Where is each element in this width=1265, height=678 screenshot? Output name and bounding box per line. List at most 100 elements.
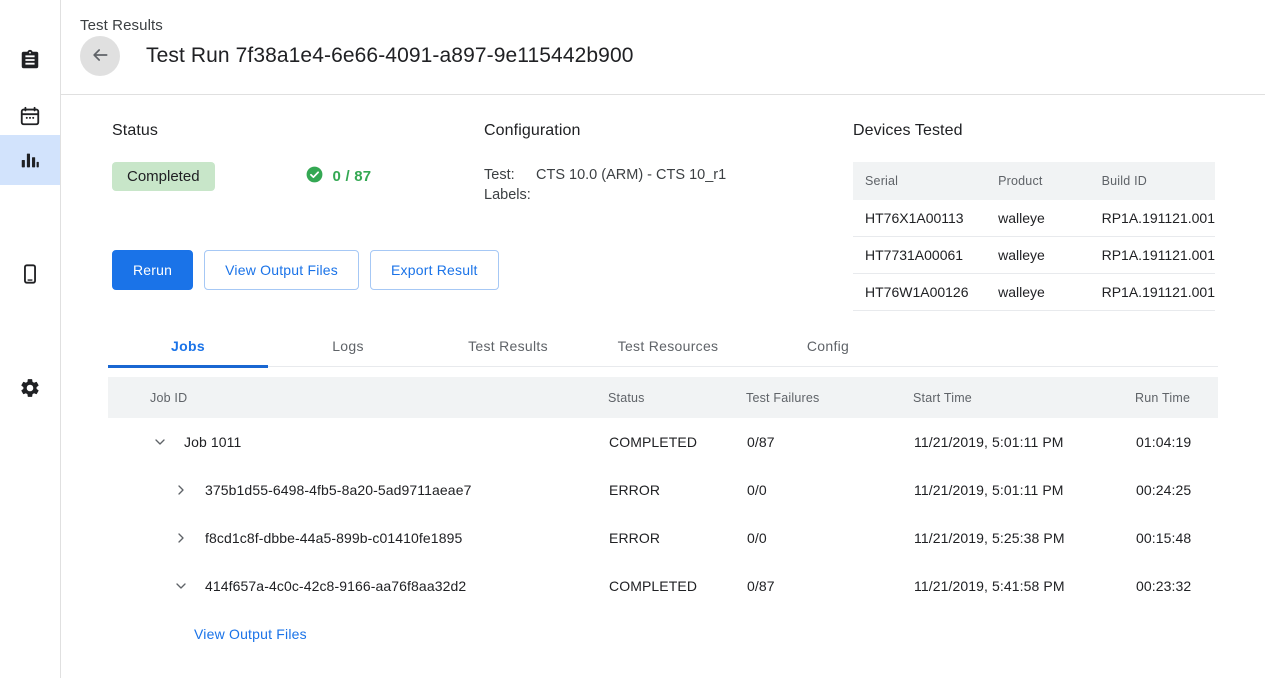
config-key-labels: Labels: bbox=[484, 185, 536, 205]
devices-table-header-row: Serial Product Build ID bbox=[853, 162, 1215, 200]
device-icon bbox=[19, 263, 41, 285]
main-content: Test Results Test Run 7f38a1e4-6e66-4091… bbox=[61, 0, 1265, 678]
chevron-right-icon[interactable] bbox=[171, 528, 191, 548]
device-build-id: RP1A.191121.001 bbox=[1090, 274, 1215, 311]
pass-ratio-text: 0 / 87 bbox=[333, 168, 372, 185]
job-id-cell: 375b1d55-6498-4fb5-8a20-5ad9711aeae7 bbox=[150, 480, 607, 500]
jobs-table: Job ID Status Test Failures Start Time R… bbox=[108, 377, 1218, 658]
jobs-col-start-time: Start Time bbox=[913, 377, 1135, 418]
status-row: Completed 0 / 87 bbox=[112, 162, 492, 191]
job-run-time: 00:24:25 bbox=[1135, 466, 1218, 514]
chevron-right-icon[interactable] bbox=[171, 480, 191, 500]
job-test-failures: 0/0 bbox=[746, 466, 913, 514]
job-id-cell: Job 1011 bbox=[150, 432, 607, 452]
job-start-time: 11/21/2019, 5:01:11 PM bbox=[913, 466, 1135, 514]
status-badge: Completed bbox=[112, 162, 215, 191]
action-buttons: Rerun View Output Files Export Result bbox=[112, 250, 492, 290]
tab-config[interactable]: Config bbox=[748, 325, 908, 367]
job-id-cell: f8cd1c8f-dbbe-44a5-899b-c01410fe1895 bbox=[150, 528, 607, 548]
table-row[interactable]: HT76W1A00126 walleye RP1A.191121.001 bbox=[853, 274, 1215, 311]
job-run-time: 00:23:32 bbox=[1135, 562, 1218, 610]
calendar-icon bbox=[19, 105, 41, 127]
tab-test-resources[interactable]: Test Resources bbox=[588, 325, 748, 367]
clipboard-icon bbox=[19, 49, 41, 71]
jobs-col-job-id: Job ID bbox=[108, 377, 608, 418]
job-id-cell: 414f657a-4c0c-42c8-9166-aa76f8aa32d2 bbox=[150, 576, 607, 596]
table-row[interactable]: HT76X1A00113 walleye RP1A.191121.001 bbox=[853, 200, 1215, 237]
device-product: walleye bbox=[986, 274, 1090, 311]
status-heading: Status bbox=[112, 122, 492, 140]
jobs-table-container: Job ID Status Test Failures Start Time R… bbox=[108, 377, 1218, 658]
view-output-files-link[interactable]: View Output Files bbox=[194, 626, 307, 642]
config-row-labels: Labels: bbox=[484, 185, 854, 205]
pass-ratio-group: 0 / 87 bbox=[305, 165, 372, 189]
page-header: Test Results Test Run 7f38a1e4-6e66-4091… bbox=[61, 0, 1265, 95]
jobs-table-header-row: Job ID Status Test Failures Start Time R… bbox=[108, 377, 1218, 418]
config-row-test: Test: CTS 10.0 (ARM) - CTS 10_r1 bbox=[484, 165, 854, 185]
device-serial: HT76W1A00126 bbox=[853, 274, 986, 311]
config-value-test: CTS 10.0 (ARM) - CTS 10_r1 bbox=[536, 165, 726, 185]
device-serial: HT7731A00061 bbox=[853, 237, 986, 274]
job-id-label: Job 1011 bbox=[184, 434, 241, 450]
device-build-id: RP1A.191121.001 bbox=[1090, 200, 1215, 237]
page-title: Test Run 7f38a1e4-6e66-4091-a897-9e11544… bbox=[146, 44, 634, 68]
job-test-failures: 0/87 bbox=[746, 562, 913, 610]
job-start-time: 11/21/2019, 5:25:38 PM bbox=[913, 514, 1135, 562]
status-section: Status Completed 0 / 87 Rerun bbox=[112, 122, 492, 290]
job-status: COMPLETED bbox=[608, 418, 746, 466]
job-id-label: f8cd1c8f-dbbe-44a5-899b-c01410fe1895 bbox=[205, 530, 462, 546]
job-test-failures: 0/0 bbox=[746, 514, 913, 562]
job-run-time: 01:04:19 bbox=[1135, 418, 1218, 466]
sidebar-item-test-plans[interactable] bbox=[0, 35, 60, 85]
table-row[interactable]: 414f657a-4c0c-42c8-9166-aa76f8aa32d2 COM… bbox=[108, 562, 1218, 610]
job-status: ERROR bbox=[608, 466, 746, 514]
table-row: View Output Files bbox=[108, 610, 1218, 658]
device-serial: HT76X1A00113 bbox=[853, 200, 986, 237]
devices-table: Serial Product Build ID HT76X1A00113 wal… bbox=[853, 162, 1215, 311]
sidebar-item-schedule[interactable] bbox=[0, 91, 60, 141]
export-result-button[interactable]: Export Result bbox=[370, 250, 499, 290]
job-start-time: 11/21/2019, 5:01:11 PM bbox=[913, 418, 1135, 466]
table-row[interactable]: 375b1d55-6498-4fb5-8a20-5ad9711aeae7 ERR… bbox=[108, 466, 1218, 514]
devices-col-serial: Serial bbox=[853, 162, 986, 200]
jobs-col-run-time: Run Time bbox=[1135, 377, 1218, 418]
table-row[interactable]: Job 1011 COMPLETED 0/87 11/21/2019, 5:01… bbox=[108, 418, 1218, 466]
tab-test-results[interactable]: Test Results bbox=[428, 325, 588, 367]
jobs-col-test-failures: Test Failures bbox=[746, 377, 913, 418]
sidebar bbox=[0, 0, 61, 678]
job-test-failures: 0/87 bbox=[746, 418, 913, 466]
rerun-button[interactable]: Rerun bbox=[112, 250, 193, 290]
devices-col-product: Product bbox=[986, 162, 1090, 200]
tab-jobs[interactable]: Jobs bbox=[108, 325, 268, 367]
job-id-label: 414f657a-4c0c-42c8-9166-aa76f8aa32d2 bbox=[205, 578, 466, 594]
chevron-down-icon[interactable] bbox=[150, 432, 170, 452]
back-button[interactable] bbox=[80, 36, 120, 76]
device-product: walleye bbox=[986, 200, 1090, 237]
sidebar-item-test-results[interactable] bbox=[0, 135, 60, 185]
job-status: COMPLETED bbox=[608, 562, 746, 610]
table-row[interactable]: HT7731A00061 walleye RP1A.191121.001 bbox=[853, 237, 1215, 274]
sidebar-item-settings[interactable] bbox=[0, 363, 60, 413]
device-product: walleye bbox=[986, 237, 1090, 274]
jobs-col-status: Status bbox=[608, 377, 746, 418]
bar-chart-icon bbox=[19, 149, 41, 171]
gear-icon bbox=[19, 377, 41, 399]
configuration-heading: Configuration bbox=[484, 122, 854, 140]
job-run-time: 00:15:48 bbox=[1135, 514, 1218, 562]
tab-bar: Jobs Logs Test Results Test Resources Co… bbox=[108, 325, 1218, 367]
config-key-test: Test: bbox=[484, 165, 536, 185]
configuration-section: Configuration Test: CTS 10.0 (ARM) - CTS… bbox=[484, 122, 854, 205]
configuration-list: Test: CTS 10.0 (ARM) - CTS 10_r1 Labels: bbox=[484, 165, 854, 205]
device-build-id: RP1A.191121.001 bbox=[1090, 237, 1215, 274]
devices-col-build-id: Build ID bbox=[1090, 162, 1215, 200]
chevron-down-icon[interactable] bbox=[171, 576, 191, 596]
view-output-files-button[interactable]: View Output Files bbox=[204, 250, 359, 290]
job-status: ERROR bbox=[608, 514, 746, 562]
title-row: Test Run 7f38a1e4-6e66-4091-a897-9e11544… bbox=[80, 36, 634, 76]
sidebar-item-devices[interactable] bbox=[0, 249, 60, 299]
job-start-time: 11/21/2019, 5:41:58 PM bbox=[913, 562, 1135, 610]
table-row[interactable]: f8cd1c8f-dbbe-44a5-899b-c01410fe1895 ERR… bbox=[108, 514, 1218, 562]
tab-logs[interactable]: Logs bbox=[268, 325, 428, 367]
check-circle-icon bbox=[305, 165, 324, 189]
breadcrumb[interactable]: Test Results bbox=[80, 17, 163, 34]
